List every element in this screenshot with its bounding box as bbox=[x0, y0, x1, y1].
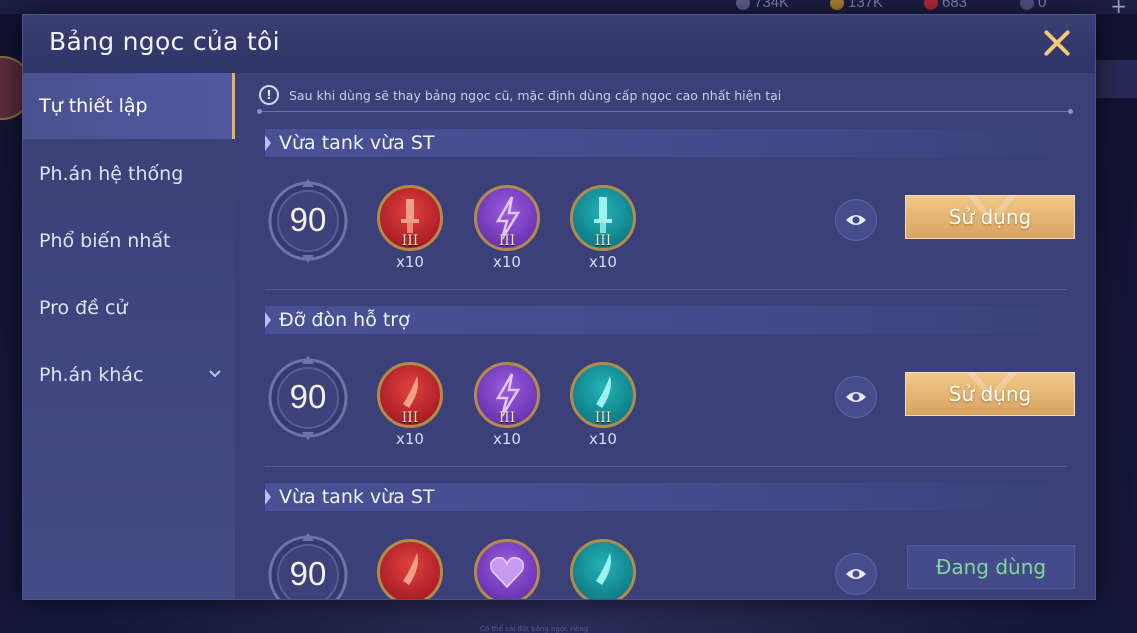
sidebar-item-system[interactable]: Ph.án hệ thống bbox=[23, 141, 235, 207]
resource-coins: 734K bbox=[736, 0, 789, 11]
rune-gem[interactable] bbox=[474, 539, 540, 599]
chevron-down-icon bbox=[209, 370, 221, 378]
notice-text: Sau khi dùng sẽ thay bảng ngọc cũ, mặc đ… bbox=[289, 87, 782, 103]
preview-button[interactable] bbox=[835, 199, 877, 241]
sidebar-item-popular[interactable]: Phổ biến nhất bbox=[23, 208, 235, 274]
resource-bar: 734K 137K 683 0 + bbox=[0, 0, 1137, 14]
sidebar-item-custom[interactable]: Tự thiết lập bbox=[23, 73, 235, 139]
sidebar-item-label: Ph.án hệ thống bbox=[39, 163, 184, 185]
use-button[interactable]: Sử dụng bbox=[905, 372, 1075, 416]
gem-tier: III bbox=[594, 410, 612, 426]
heart-icon bbox=[490, 556, 524, 589]
use-button-label: Sử dụng bbox=[948, 205, 1032, 229]
sidebar-item-label: Tự thiết lập bbox=[39, 95, 148, 117]
gem-tier: III bbox=[401, 410, 419, 426]
sidebar-item-label: Ph.án khác bbox=[39, 364, 144, 386]
rune-set: Đỡ đòn hỗ trợ 90 III x10 III x10 III x10… bbox=[265, 306, 1075, 482]
preview-button[interactable] bbox=[835, 553, 877, 595]
gem-tier: III bbox=[498, 410, 516, 426]
resource-gems: 683 bbox=[924, 0, 967, 11]
rune-set-title-bar: Vừa tank vừa ST bbox=[265, 129, 1067, 157]
use-button-label: Sử dụng bbox=[948, 382, 1032, 406]
sidebar-item-label: Pro đề cử bbox=[39, 297, 128, 319]
sidebar: Tự thiết lập Ph.án hệ thống Phổ biến nhấ… bbox=[23, 73, 235, 599]
gem-count: x10 bbox=[396, 430, 424, 448]
rune-gem[interactable] bbox=[570, 539, 636, 599]
rune-set: Vừa tank vừa ST 90 Đang dùng bbox=[265, 483, 1075, 599]
rune-gem[interactable]: III bbox=[377, 185, 443, 251]
preview-button[interactable] bbox=[835, 376, 877, 418]
rune-gem[interactable]: III bbox=[570, 362, 636, 428]
rune-set-title: Đỡ đòn hỗ trợ bbox=[279, 309, 410, 331]
rune-set-title-bar: Vừa tank vừa ST bbox=[265, 483, 1067, 511]
use-button[interactable]: Sử dụng bbox=[905, 195, 1075, 239]
gem-count: x10 bbox=[589, 253, 617, 271]
level-badge: 90 bbox=[267, 177, 349, 267]
gem-tier: III bbox=[401, 233, 419, 249]
divider bbox=[257, 109, 1073, 114]
level-value: 90 bbox=[289, 201, 327, 238]
add-resource-icon: + bbox=[1110, 0, 1127, 14]
level-value: 90 bbox=[289, 378, 327, 415]
sidebar-item-other[interactable]: Ph.án khác bbox=[23, 342, 235, 408]
gem-count: x10 bbox=[589, 430, 617, 448]
page-title: Bảng ngọc của tôi bbox=[49, 27, 280, 56]
eye-icon bbox=[846, 392, 866, 402]
rune-set-title: Vừa tank vừa ST bbox=[279, 486, 435, 508]
blade-icon bbox=[403, 553, 418, 585]
in-use-button: Đang dùng bbox=[907, 545, 1075, 589]
rune-set: Vừa tank vừa ST 90 III x10 III x10 III x… bbox=[265, 129, 1075, 305]
eye-icon bbox=[846, 215, 866, 225]
rune-gem[interactable]: III bbox=[474, 362, 540, 428]
background-side-tab bbox=[1093, 60, 1137, 98]
resource-tickets: 0 bbox=[1020, 0, 1046, 11]
background-hint-text: Có thể cài đặt bảng ngọc riêng bbox=[480, 625, 589, 633]
gem-tier: III bbox=[498, 233, 516, 249]
sidebar-item-pro[interactable]: Pro đề cử bbox=[23, 275, 235, 341]
divider bbox=[265, 289, 1067, 290]
rune-sets-panel[interactable]: ! Sau khi dùng sẽ thay bảng ngọc cũ, mặc… bbox=[235, 73, 1095, 599]
rune-gem[interactable]: III bbox=[474, 185, 540, 251]
blade-icon bbox=[596, 553, 611, 585]
gem-tier: III bbox=[594, 233, 612, 249]
modal-header: Bảng ngọc của tôi bbox=[23, 15, 1095, 73]
rune-gem[interactable]: III bbox=[570, 185, 636, 251]
rune-page-modal: Bảng ngọc của tôi Tự thiết lập Ph.án hệ … bbox=[22, 14, 1096, 600]
notice-bar: ! Sau khi dùng sẽ thay bảng ngọc cũ, mặc… bbox=[259, 81, 1069, 109]
rune-gem[interactable] bbox=[377, 539, 443, 599]
close-icon[interactable] bbox=[1039, 25, 1075, 61]
level-badge: 90 bbox=[267, 354, 349, 444]
rune-set-title: Vừa tank vừa ST bbox=[279, 132, 435, 154]
resource-vouchers: 137K bbox=[830, 0, 883, 11]
gem-count: x10 bbox=[493, 430, 521, 448]
in-use-label: Đang dùng bbox=[935, 555, 1047, 579]
sidebar-item-label: Phổ biến nhất bbox=[39, 230, 171, 252]
divider bbox=[265, 466, 1067, 467]
info-icon: ! bbox=[259, 85, 279, 105]
eye-icon bbox=[846, 569, 866, 579]
level-value: 90 bbox=[289, 555, 327, 592]
gem-count: x10 bbox=[396, 253, 424, 271]
rune-gem[interactable]: III bbox=[377, 362, 443, 428]
gem-count: x10 bbox=[493, 253, 521, 271]
rune-set-title-bar: Đỡ đòn hỗ trợ bbox=[265, 306, 1067, 334]
level-badge: 90 bbox=[267, 531, 349, 599]
